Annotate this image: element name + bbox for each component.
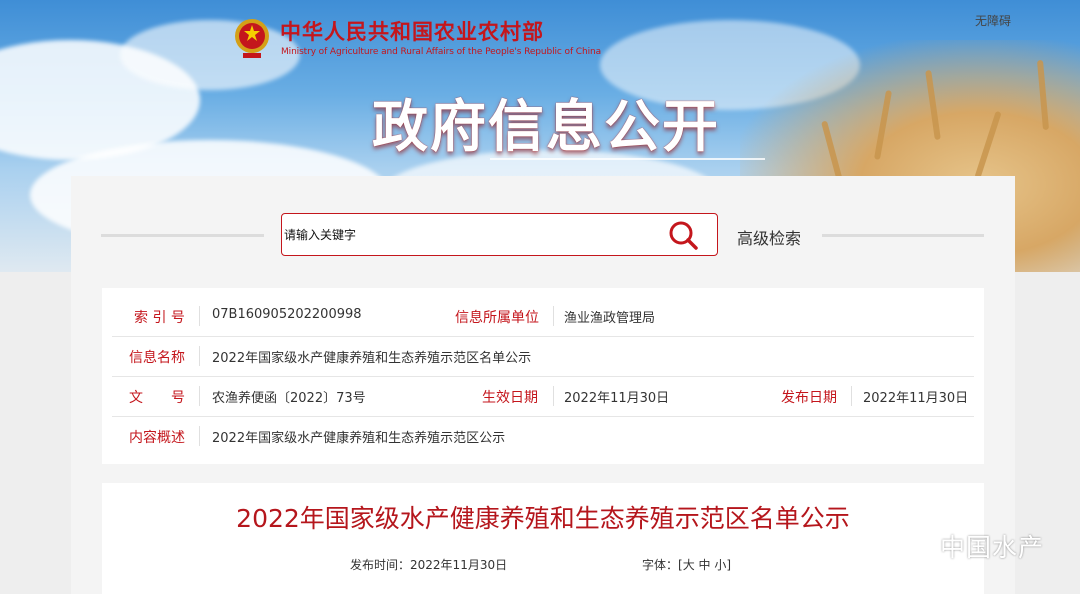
publish-time-value: 2022年11月30日: [410, 558, 508, 572]
info-row-index: 索 引 号 07B160905202200998 信息所属单位 渔业渔政管理局: [112, 296, 974, 337]
index-value: 07B160905202200998: [212, 307, 362, 322]
accessibility-link[interactable]: 无障碍: [975, 12, 1011, 29]
advanced-search-link[interactable]: 高级检索: [737, 225, 801, 249]
summary-value: 2022年国家级水产健康养殖和生态养殖示范区公示: [212, 431, 506, 446]
summary-label: 内容概述: [129, 430, 185, 446]
watermark: 中国水产: [940, 533, 1045, 562]
search-input[interactable]: [282, 214, 664, 255]
effective-date-value: 2022年11月30日: [564, 391, 670, 406]
info-row-summary: 内容概述 2022年国家级水产健康养殖和生态养殖示范区公示: [112, 416, 974, 456]
national-emblem-icon: [235, 19, 269, 58]
name-label: 信息名称: [129, 350, 185, 366]
search-icon[interactable]: [668, 220, 698, 250]
unit-value: 渔业渔政管理局: [564, 311, 656, 326]
effective-date-label: 生效日期: [482, 390, 538, 406]
publish-time: 发布时间：2022年11月30日: [350, 556, 507, 573]
font-small-button[interactable]: 小: [714, 558, 726, 572]
unit-label: 信息所属单位: [455, 310, 539, 326]
index-label: 索 引 号: [134, 310, 185, 326]
info-row-name: 信息名称 2022年国家级水产健康养殖和生态养殖示范区名单公示: [112, 336, 974, 377]
search-divider-left: [101, 234, 264, 237]
publish-date-label: 发布日期: [781, 390, 837, 406]
banner-title: 政府信息公开: [372, 95, 720, 160]
doc-label: 文 号: [129, 390, 185, 406]
info-table: 索 引 号 07B160905202200998 信息所属单位 渔业渔政管理局 …: [102, 288, 984, 464]
search-box: [281, 213, 718, 256]
title-underline: [490, 158, 765, 160]
font-size-selector: 字体：[大 中 小]: [642, 556, 731, 573]
name-value: 2022年国家级水产健康养殖和生态养殖示范区名单公示: [212, 351, 532, 366]
ministry-name-en: Ministry of Agriculture and Rural Affair…: [281, 47, 601, 57]
search-divider-right: [822, 234, 984, 237]
article: 2022年国家级水产健康养殖和生态养殖示范区名单公示 发布时间：2022年11月…: [102, 483, 984, 594]
font-size-bracket: ]: [726, 558, 732, 572]
info-row-doc: 文 号 农渔养便函〔2022〕73号 生效日期 2022年11月30日 发布日期…: [112, 376, 974, 417]
publish-time-label: 发布时间：: [350, 558, 411, 572]
ministry-name[interactable]: 中华人民共和国农业农村部: [280, 16, 544, 46]
article-title: 2022年国家级水产健康养殖和生态养殖示范区名单公示: [236, 504, 850, 533]
doc-value: 农渔养便函〔2022〕73号: [212, 391, 366, 406]
font-size-label: 字体：[: [642, 558, 683, 572]
wechat-icon: [895, 533, 929, 558]
font-large-button[interactable]: 大: [683, 558, 695, 572]
font-medium-button[interactable]: 中: [699, 558, 711, 572]
publish-date-value: 2022年11月30日: [863, 391, 969, 406]
